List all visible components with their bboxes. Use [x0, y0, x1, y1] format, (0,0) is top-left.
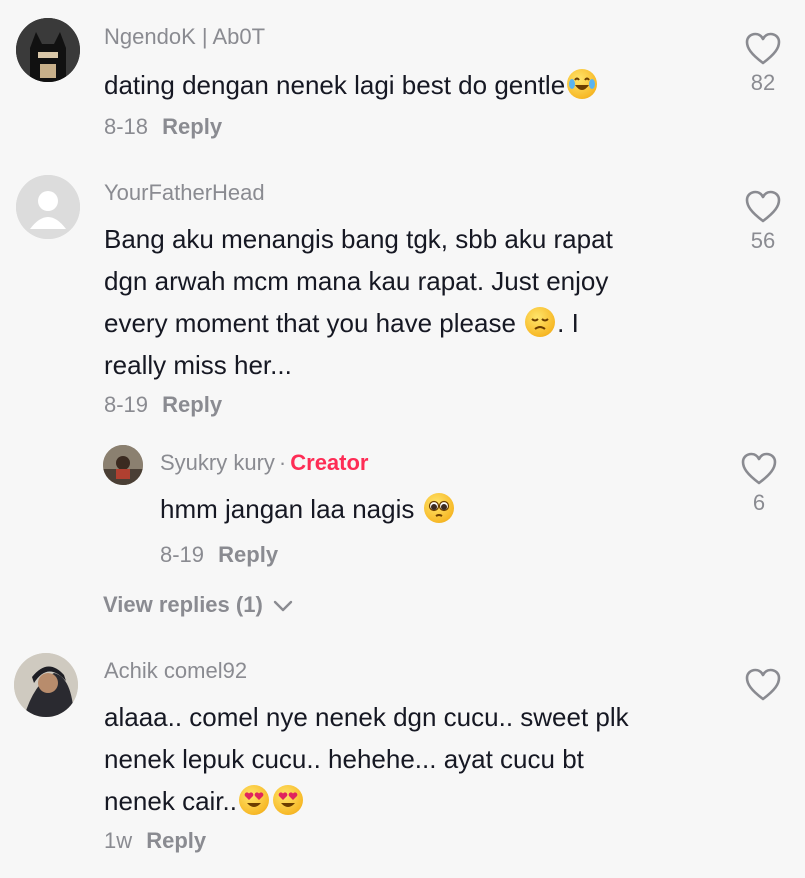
- disappointed-emoji: [525, 307, 556, 337]
- heart-icon: [741, 452, 777, 485]
- avatar[interactable]: [14, 653, 78, 717]
- reply-button[interactable]: Reply: [146, 828, 206, 853]
- avatar[interactable]: [16, 175, 80, 239]
- comment-item: NgendoK | Ab0T dating dengan nenek lagi …: [0, 0, 805, 160]
- comment-date: 8-19: [104, 392, 149, 417]
- like-count: 6: [752, 490, 766, 515]
- chevron-down-icon: [273, 600, 293, 612]
- comment-text-line: alaaa.. comel nye nenek dgn cucu.. sweet…: [104, 702, 629, 732]
- comment-text-line-part: . I: [557, 308, 579, 338]
- comment-meta: 8-19 Reply: [104, 392, 222, 418]
- separator-dot: ·: [278, 450, 287, 475]
- reply-button[interactable]: Reply: [218, 542, 278, 567]
- comment-text-line: hmm jangan laa nagis: [160, 494, 415, 524]
- avatar[interactable]: [103, 445, 143, 485]
- username[interactable]: Syukry kury: [160, 450, 275, 475]
- pleading-emoji: [423, 493, 454, 523]
- comment-text-line: dating dengan nenek lagi best do gentle: [104, 70, 566, 100]
- comment-item: Achik comel92 alaaa.. comel nye nenek dg…: [0, 640, 805, 878]
- joy-emoji: [567, 69, 598, 99]
- comment-text-line: dgn arwah mcm mana kau rapat. Just enjoy: [104, 266, 609, 296]
- avatar[interactable]: [16, 18, 80, 82]
- comment-meta: 8-19 Reply: [160, 542, 278, 568]
- comment-text-line: Bang aku menangis bang tgk, sbb aku rapa…: [104, 224, 613, 254]
- reply-button[interactable]: Reply: [162, 114, 222, 139]
- comment-date: 1w: [104, 828, 133, 853]
- like-count: 82: [750, 70, 776, 95]
- comment-date: 8-19: [160, 542, 205, 567]
- heart-icon: [745, 668, 781, 701]
- reply-username-row: Syukry kury · Creator: [160, 450, 369, 476]
- heart-eyes-emoji: [238, 785, 269, 815]
- heart-eyes-emoji: [272, 785, 303, 815]
- comment-text-line: every moment that you have please . I: [104, 302, 704, 344]
- username[interactable]: YourFatherHead: [104, 180, 265, 206]
- username[interactable]: Achik comel92: [104, 658, 247, 684]
- like-button[interactable]: [733, 668, 793, 706]
- comment-item: YourFatherHead Bang aku menangis bang tg…: [0, 160, 805, 640]
- reply-button[interactable]: Reply: [162, 392, 222, 417]
- comment-text: hmm jangan laa nagis: [160, 488, 456, 530]
- comment-meta: 8-18 Reply: [104, 114, 222, 140]
- username[interactable]: NgendoK | Ab0T: [104, 24, 265, 50]
- comment-text-line: really miss her...: [104, 350, 292, 380]
- view-replies-button[interactable]: View replies (1): [103, 592, 293, 618]
- comment-text: dating dengan nenek lagi best do gentle: [104, 64, 599, 106]
- comment-text-line: nenek cair..: [104, 780, 724, 822]
- view-replies-label: View replies (1): [103, 592, 263, 617]
- heart-icon: [745, 190, 781, 223]
- like-button[interactable]: 6: [729, 452, 789, 516]
- like-button[interactable]: 82: [733, 32, 793, 96]
- reply-item: Syukry kury · Creator hmm jangan laa nagis…: [0, 442, 805, 582]
- comment-text-line-part: nenek cair..: [104, 786, 237, 816]
- like-button[interactable]: 56: [733, 190, 793, 254]
- creator-badge: Creator: [290, 450, 369, 475]
- comment-text-line-part: every moment that you have please: [104, 308, 516, 338]
- comment-text: Bang aku menangis bang tgk, sbb aku rapa…: [104, 218, 704, 386]
- comment-meta: 1w Reply: [104, 828, 206, 854]
- heart-icon: [745, 32, 781, 65]
- comment-text: alaaa.. comel nye nenek dgn cucu.. sweet…: [104, 696, 724, 822]
- comment-text-line: nenek lepuk cucu.. hehehe... ayat cucu b…: [104, 744, 584, 774]
- comment-date: 8-18: [104, 114, 149, 139]
- like-count: 56: [750, 228, 776, 253]
